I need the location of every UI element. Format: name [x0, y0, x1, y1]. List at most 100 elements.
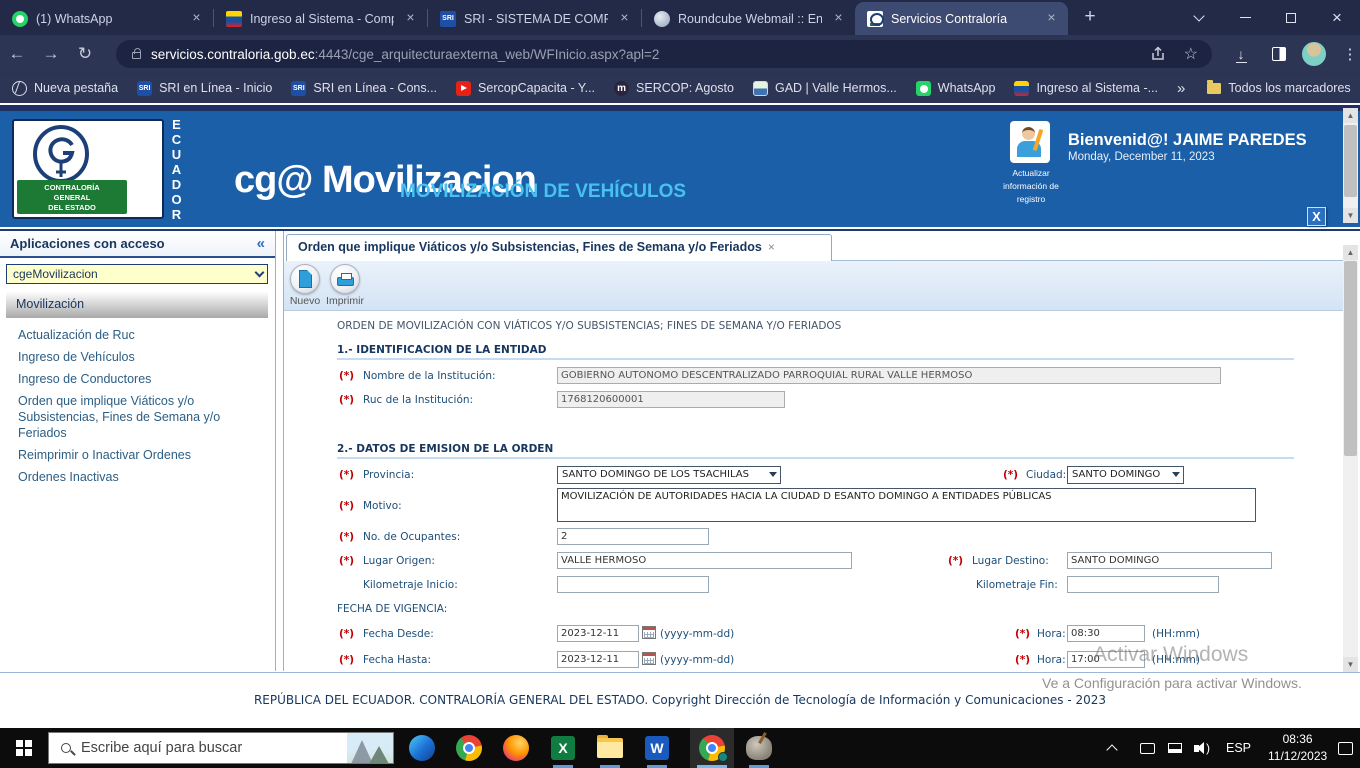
sidebar-item-actualizacion-ruc[interactable]: Actualización de Ruc — [18, 327, 262, 343]
side-panel-icon[interactable] — [1272, 47, 1286, 61]
url-omnibox[interactable]: servicios.contraloria.gob.ec:4443/cge_ar… — [116, 40, 1212, 68]
bookmark-sercop-agosto[interactable]: mSERCOP: Agosto — [614, 81, 734, 96]
hora-desde-input[interactable] — [1067, 625, 1145, 642]
language-indicator[interactable]: ESP — [1226, 728, 1251, 768]
destino-input[interactable] — [1067, 552, 1272, 569]
sidebar-item-orden-viaticos[interactable]: Orden que implique Viáticos y/o Subsiste… — [18, 393, 262, 441]
bookmark-whatsapp[interactable]: WhatsApp — [916, 81, 996, 96]
browser-menu-icon[interactable]: ⋮ — [1340, 45, 1360, 63]
downloads-icon[interactable]: ↓ — [1226, 46, 1256, 62]
notification-center[interactable] — [1338, 728, 1353, 768]
start-button[interactable] — [0, 728, 48, 768]
tray-device[interactable] — [1140, 728, 1155, 768]
tab-close-icon[interactable]: × — [402, 10, 419, 27]
calendar-icon[interactable] — [642, 652, 656, 665]
scroll-down-icon[interactable]: ▼ — [1343, 657, 1358, 672]
avatar-caption[interactable]: Actualizar información de registro — [1000, 167, 1062, 205]
roundcube-favicon-icon — [654, 11, 670, 27]
taskbar-gimp[interactable] — [737, 728, 781, 768]
share-icon[interactable] — [1150, 46, 1166, 62]
profile-avatar[interactable] — [1302, 42, 1326, 66]
taskbar-chrome-active[interactable] — [690, 728, 734, 768]
minimize-button[interactable] — [1222, 0, 1268, 35]
taskbar-explorer[interactable] — [588, 728, 632, 768]
taskbar-chrome[interactable] — [447, 728, 491, 768]
youtube-icon — [456, 81, 471, 96]
cge-logo: CONTRALORÍA GENERAL DEL ESTADO ECUADOR — [12, 119, 208, 219]
sidebar-item-ingreso-vehiculos[interactable]: Ingreso de Vehículos — [18, 349, 262, 365]
km-fin-input[interactable] — [1067, 576, 1219, 593]
fecha-hasta-input[interactable] — [557, 651, 639, 668]
new-tab-button[interactable]: + — [1076, 4, 1104, 32]
taskbar-search[interactable]: Escribe aquí para buscar — [48, 732, 394, 764]
peacock-badge-icon — [718, 752, 728, 762]
scroll-up-icon[interactable]: ▲ — [1343, 245, 1358, 260]
header-scrollbar[interactable]: ▲ ▼ — [1343, 108, 1358, 223]
km-inicio-input[interactable] — [557, 576, 709, 593]
sidebar-item-ingreso-conductores[interactable]: Ingreso de Conductores — [18, 371, 262, 387]
taskbar-edge[interactable] — [400, 728, 444, 768]
back-button[interactable]: ← — [0, 44, 34, 64]
collapse-sidebar-icon[interactable]: « — [257, 231, 265, 257]
hora-hasta-input[interactable] — [1067, 651, 1145, 668]
sidebar-item-reimprimir-inactivar[interactable]: Reimprimir o Inactivar Ordenes — [18, 447, 262, 463]
update-registration-avatar[interactable] — [1010, 121, 1050, 163]
sidebar-item-ordenes-inactivas[interactable]: Ordenes Inactivas — [18, 469, 262, 485]
reload-button[interactable]: ↻ — [68, 44, 102, 64]
forward-button[interactable]: → — [34, 44, 68, 64]
new-button[interactable]: Nuevo — [286, 264, 324, 307]
session-close-button[interactable]: X — [1307, 207, 1326, 226]
bookmark-sercopcapacita[interactable]: SercopCapacita - Y... — [456, 81, 595, 96]
taskbar-word[interactable]: W — [635, 728, 679, 768]
windows-logo-icon — [16, 740, 32, 756]
tab-search-chevron-icon[interactable] — [1176, 0, 1222, 35]
scrollbar-thumb[interactable] — [1344, 261, 1357, 456]
tab-close-icon[interactable]: × — [1043, 10, 1060, 27]
tray-volume[interactable] — [1194, 728, 1203, 768]
ocupantes-input[interactable] — [557, 528, 709, 545]
search-highlight-image[interactable] — [347, 732, 393, 764]
taskbar-excel[interactable]: X — [541, 728, 585, 768]
tab-servicios-contraloria[interactable]: Servicios Contraloría × — [855, 2, 1068, 35]
motivo-textarea[interactable]: MOVILIZACIÓN DE AUTORIDADES HACIA LA CIU… — [557, 488, 1256, 522]
ruc-input[interactable] — [557, 391, 785, 408]
hora-desde-label: Hora: — [1037, 628, 1066, 640]
bookmark-sri-consultas[interactable]: SRISRI en Línea - Cons... — [291, 81, 437, 96]
tab-close-icon[interactable]: × — [616, 10, 633, 27]
tab-close-icon[interactable]: × — [830, 10, 847, 27]
tray-chevron[interactable] — [1108, 728, 1116, 768]
scroll-up-icon[interactable]: ▲ — [1343, 108, 1358, 123]
document-tab-close-icon[interactable]: × — [768, 240, 775, 254]
fecha-desde-input[interactable] — [557, 625, 639, 642]
bookmarks-overflow-chevron[interactable]: » — [1177, 80, 1185, 97]
document-tab[interactable]: Orden que implique Viáticos y/o Subsiste… — [286, 234, 832, 261]
scrollbar-thumb[interactable] — [1344, 125, 1357, 197]
footer-text: REPÚBLICA DEL ECUADOR. CONTRALORÍA GENER… — [0, 693, 1360, 707]
bookmark-nueva-pestana[interactable]: Nueva pestaña — [12, 81, 118, 96]
tab-whatsapp[interactable]: (1) WhatsApp × — [0, 2, 213, 35]
tab-sri[interactable]: SRI SRI - SISTEMA DE COMPROB × — [428, 2, 641, 35]
tab-ingreso-sistema[interactable]: Ingreso al Sistema - Compra × — [214, 2, 427, 35]
taskbar-firefox[interactable] — [494, 728, 538, 768]
close-window-button[interactable]: × — [1314, 0, 1360, 35]
calendar-icon[interactable] — [642, 626, 656, 639]
content-scrollbar[interactable]: ▲ ▼ — [1343, 245, 1358, 672]
select-arrow-icon — [769, 472, 777, 477]
scroll-down-icon[interactable]: ▼ — [1343, 208, 1358, 223]
tab-roundcube[interactable]: Roundcube Webmail :: Entra × — [642, 2, 855, 35]
restore-button[interactable] — [1268, 0, 1314, 35]
clock[interactable]: 08:36 11/12/2023 — [1268, 728, 1327, 768]
application-select[interactable]: cgeMovilizacion — [6, 264, 268, 284]
tray-network[interactable] — [1168, 728, 1182, 768]
all-bookmarks-button[interactable]: Todos los marcadores — [1207, 81, 1350, 95]
bookmark-gad-valle-hermoso[interactable]: GAD | Valle Hermos... — [753, 81, 897, 96]
bookmark-star-icon[interactable]: ☆ — [1184, 44, 1198, 64]
bookmark-sri-inicio[interactable]: SRISRI en Línea - Inicio — [137, 81, 272, 96]
provincia-select[interactable]: SANTO DOMINGO DE LOS TSACHILAS — [557, 466, 781, 484]
ciudad-select[interactable]: SANTO DOMINGO — [1067, 466, 1184, 484]
tab-close-icon[interactable]: × — [188, 10, 205, 27]
print-button[interactable]: Imprimir — [326, 264, 364, 307]
nombre-input[interactable] — [557, 367, 1221, 384]
origen-input[interactable] — [557, 552, 852, 569]
bookmark-ingreso-sistema[interactable]: Ingreso al Sistema -... — [1014, 81, 1158, 96]
